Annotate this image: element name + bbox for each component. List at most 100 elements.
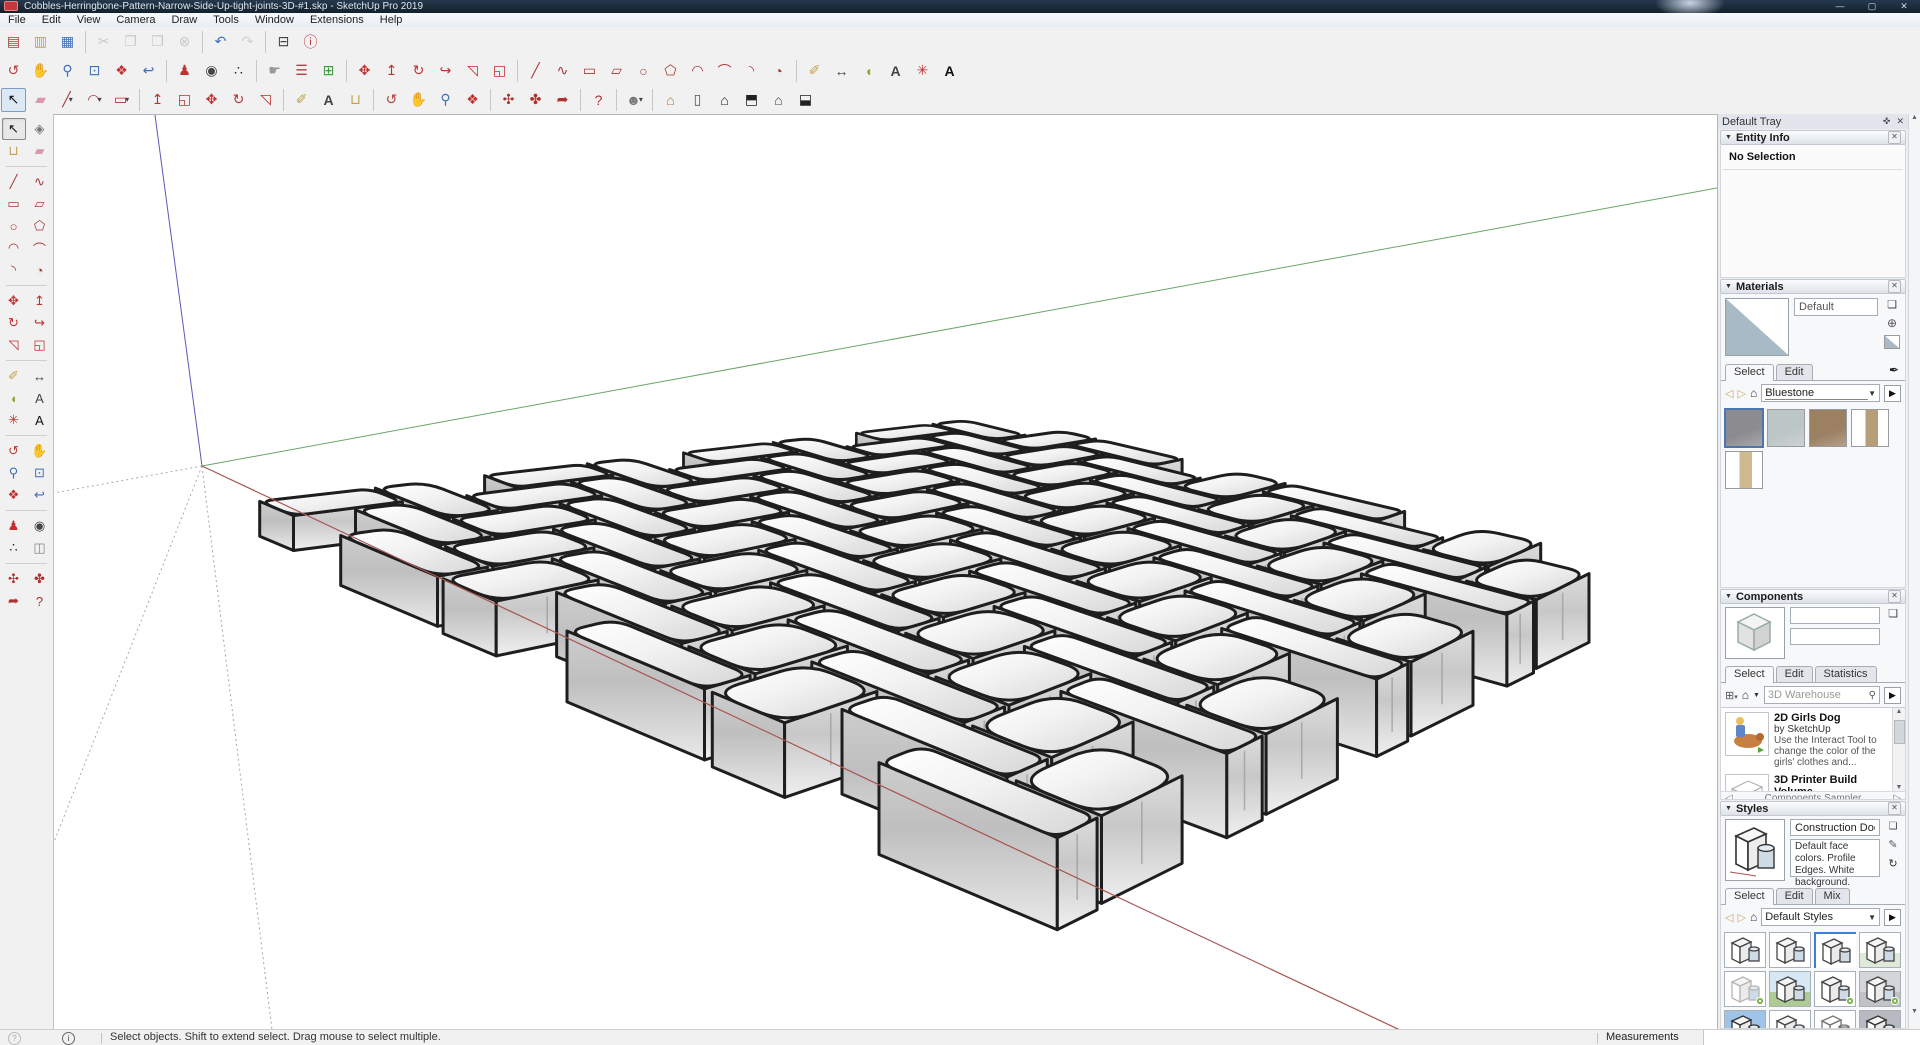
model-info-button[interactable]: ⓘ — [298, 30, 323, 54]
print-button[interactable]: ⊟ — [271, 30, 296, 54]
scale-button[interactable]: ◹ — [460, 59, 485, 83]
view-left-button[interactable]: ⬓ — [793, 88, 818, 112]
view-iso-button[interactable]: ⌂ — [658, 88, 683, 112]
search-icon[interactable]: ⚲ — [1869, 690, 1876, 701]
circle-button[interactable]: ○ — [631, 59, 656, 83]
tape-measure-button[interactable]: ✐ — [289, 88, 314, 112]
offset-button[interactable]: ◱ — [28, 334, 52, 356]
menu-view[interactable]: View — [69, 13, 109, 27]
zoom-window-button[interactable]: ⊡ — [28, 462, 52, 484]
style-thumbnail[interactable] — [1724, 932, 1766, 968]
orbit-button[interactable]: ↺ — [379, 88, 404, 112]
tray-close-icon[interactable]: ✕ — [1896, 116, 1904, 127]
line-button[interactable]: ╱▾ — [55, 88, 80, 112]
pie-button[interactable]: ◔ — [28, 259, 52, 281]
polygon-button[interactable]: ⬠ — [28, 215, 52, 237]
sample-paint-icon[interactable]: ✒ — [1889, 363, 1899, 377]
pie-button[interactable]: ◔ — [766, 59, 791, 83]
details-arrow-icon[interactable]: ▶ — [1884, 687, 1901, 704]
follow-me-button[interactable]: ↪ — [433, 59, 458, 83]
chevron-down-icon[interactable]: ▾ — [69, 95, 73, 104]
search-input[interactable]: 3D Warehouse — [1768, 689, 1869, 701]
tray-scrollbar[interactable]: ▲ ▼ — [1908, 114, 1920, 1029]
freehand-button[interactable]: ∿ — [28, 171, 52, 193]
walk-button[interactable]: ∴ — [226, 59, 251, 83]
arc-button[interactable]: ◠▾ — [82, 88, 107, 112]
position-camera-button[interactable]: ♟ — [2, 515, 26, 537]
get-models-button[interactable]: ✣ — [496, 88, 521, 112]
three-point-arc-button[interactable]: ◝ — [739, 59, 764, 83]
forward-icon[interactable]: ▷ — [1737, 387, 1745, 400]
scroll-up-icon[interactable]: ▲ — [1909, 114, 1920, 121]
style-thumbnail[interactable] — [1859, 971, 1901, 1007]
tape-measure-button[interactable]: ✐ — [802, 59, 827, 83]
scroll-down-icon[interactable]: ▼ — [1909, 1008, 1920, 1015]
entity-info-header[interactable]: ▼ Entity Info ✕ — [1720, 130, 1906, 145]
text-button[interactable]: A — [28, 387, 52, 409]
next-collection-icon[interactable]: ▷ — [1893, 793, 1901, 800]
menu-edit[interactable]: Edit — [34, 13, 69, 27]
styles-tab-select[interactable]: Select — [1725, 888, 1774, 905]
previous-button[interactable]: ↩ — [28, 484, 52, 506]
open-file-button[interactable]: ▥ — [28, 30, 53, 54]
default-material-swatch[interactable] — [1884, 335, 1900, 349]
3d-text-button[interactable]: A — [28, 409, 52, 431]
new-file-button[interactable]: ▤ — [1, 30, 26, 54]
pan-button[interactable]: ✋ — [28, 440, 52, 462]
scroll-down-icon[interactable]: ▼ — [1893, 784, 1905, 791]
move-button[interactable]: ✥ — [2, 290, 26, 312]
materials-close-icon[interactable]: ✕ — [1888, 280, 1901, 293]
materials-tab-edit[interactable]: Edit — [1776, 364, 1813, 380]
orbit-button[interactable]: ↺ — [1, 59, 26, 83]
component-search-box[interactable]: 3D Warehouse ⚲ — [1764, 686, 1880, 704]
prev-collection-icon[interactable]: ◁ — [1725, 793, 1733, 800]
eraser-button[interactable]: ▰ — [28, 88, 53, 112]
material-swatch[interactable] — [1851, 409, 1889, 447]
push-pull-button[interactable]: ↥ — [379, 59, 404, 83]
forward-icon[interactable]: ▷ — [1737, 911, 1745, 924]
materials-tab-select[interactable]: Select — [1725, 364, 1774, 381]
look-around-button[interactable]: ◉ — [28, 515, 52, 537]
in-model-icon[interactable]: ⌂ — [1742, 688, 1749, 702]
style-name-field[interactable] — [1790, 819, 1880, 836]
components-tab-statistics[interactable]: Statistics — [1815, 666, 1877, 682]
tape-measure-button[interactable]: ✐ — [2, 365, 26, 387]
components-scrollbar[interactable]: ▲ ▼ — [1892, 708, 1905, 791]
zoom-button[interactable]: ⚲ — [2, 462, 26, 484]
scroll-up-icon[interactable]: ▲ — [1893, 708, 1905, 715]
view-right-button[interactable]: ⌂ — [766, 88, 791, 112]
previous-button[interactable]: ↩ — [136, 59, 161, 83]
erase-button[interactable]: ⊗ — [172, 30, 197, 54]
in-model-icon[interactable]: ⌂ — [1750, 910, 1757, 924]
two-point-arc-button[interactable]: ⌒ — [712, 59, 737, 83]
paint-bucket-button[interactable]: ⊔ — [2, 140, 26, 162]
components-tab-edit[interactable]: Edit — [1776, 666, 1813, 682]
material-swatch[interactable] — [1725, 451, 1763, 489]
style-thumbnail[interactable] — [1814, 971, 1856, 1007]
polygon-button[interactable]: ⬠ — [658, 59, 683, 83]
component-list-item[interactable]: 3D Printer Build Volumeby SketchUp S... — [1721, 770, 1905, 791]
styles-tab-edit[interactable]: Edit — [1776, 888, 1813, 904]
component-description-field[interactable] — [1790, 628, 1880, 645]
create-style-icon[interactable]: ✎ — [1888, 838, 1897, 851]
rotated-rectangle-button[interactable]: ▱ — [604, 59, 629, 83]
zoom-extents-button[interactable]: ❖ — [109, 59, 134, 83]
eraser-button[interactable]: ▰ — [28, 140, 52, 162]
style-thumbnail[interactable] — [1769, 1010, 1811, 1029]
entity-info-close-icon[interactable]: ✕ — [1888, 131, 1901, 144]
menu-tools[interactable]: Tools — [205, 13, 247, 27]
view-options-icon[interactable]: ⊞▾ — [1725, 689, 1738, 702]
cut-button[interactable]: ✂ — [91, 30, 116, 54]
arc-button[interactable]: ◠ — [2, 237, 26, 259]
zoom-extents-button[interactable]: ❖ — [2, 484, 26, 506]
components-tab-select[interactable]: Select — [1725, 666, 1774, 683]
section-plane-button[interactable]: ◫ — [28, 537, 52, 559]
zoom-window-button[interactable]: ⊡ — [82, 59, 107, 83]
move-button[interactable]: ✥ — [199, 88, 224, 112]
scroll-thumb[interactable] — [1894, 720, 1905, 744]
make-component-button[interactable]: ◈ — [28, 118, 52, 140]
menu-camera[interactable]: Camera — [108, 13, 163, 27]
secondary-pane-icon[interactable]: ❏ — [1889, 821, 1898, 832]
scale-button[interactable]: ◹ — [2, 334, 26, 356]
style-thumbnail[interactable] — [1859, 932, 1901, 968]
